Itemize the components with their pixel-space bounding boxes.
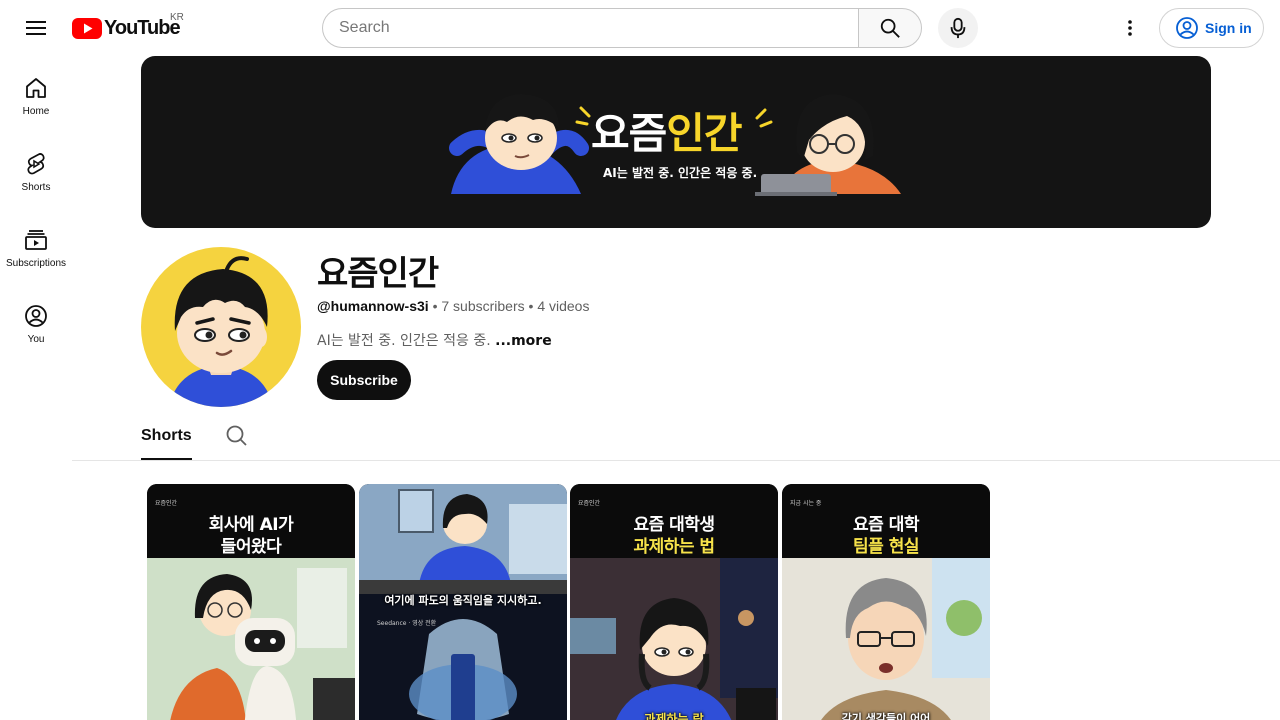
guide-label: Shorts xyxy=(21,182,51,193)
search-input[interactable] xyxy=(339,19,859,37)
banner-title-white: 요즘 xyxy=(591,109,667,158)
shorts-card[interactable]: 요즘인간 요즘 대학생 과제하는 법 과제하는 락 xyxy=(570,484,778,720)
card-title-area: 요즘인간 요즘 대학생 과제하는 법 xyxy=(570,484,778,558)
channel-handle[interactable]: @humannow-s3i xyxy=(317,298,429,314)
guide-item-home[interactable]: Home xyxy=(0,56,72,132)
card-sub-label: Seedance · 영상 전환 xyxy=(377,620,437,627)
banner-title: 요즘인간 xyxy=(591,100,743,161)
sign-in-button[interactable]: Sign in xyxy=(1159,8,1264,48)
card-caption: 과제하는 락 xyxy=(644,712,704,720)
card-caption: 각기 생각들이 어어 xyxy=(841,712,931,720)
voice-search-button[interactable] xyxy=(938,8,978,48)
you-icon xyxy=(25,305,47,327)
card-title-line2: 들어왔다 xyxy=(220,537,282,557)
card-title-line2: 팀플 현실 xyxy=(853,537,919,557)
channel-description[interactable]: AI는 발전 중. 인간은 적응 중. ...more xyxy=(317,330,552,350)
guide-label: Home xyxy=(22,106,50,117)
subscriptions-icon xyxy=(25,230,47,250)
banner-tagline: AI는 발전 중. 인간은 적응 중. xyxy=(603,166,758,180)
mini-guide: Home Shorts Subscriptions You xyxy=(0,56,72,360)
account-circle-icon xyxy=(1176,17,1198,39)
masthead: YouTube KR Sign in xyxy=(0,0,1280,56)
meta-separator: • xyxy=(432,298,438,314)
channel-tabs: Shorts xyxy=(72,414,1280,461)
search-button[interactable] xyxy=(858,8,922,48)
youtube-logo[interactable]: YouTube KR xyxy=(72,12,184,42)
avatar-illustration xyxy=(169,256,273,407)
description-text: AI는 발전 중. 인간은 적응 중. xyxy=(317,333,491,349)
meta-separator: • xyxy=(528,298,534,314)
channel-metadata: @humannow-s3i • 7 subscribers • 4 videos xyxy=(317,298,589,314)
tab-shorts[interactable]: Shorts xyxy=(141,414,192,460)
microphone-icon xyxy=(950,17,966,39)
guide-item-subscriptions[interactable]: Subscriptions xyxy=(0,208,72,284)
card-brand: 요즘인간 xyxy=(578,500,601,507)
channel-search-button[interactable] xyxy=(225,424,249,448)
guide-item-you[interactable]: You xyxy=(0,284,72,360)
youtube-play-icon xyxy=(72,17,102,39)
channel-banner: 요즘인간 AI는 발전 중. 인간은 적응 중. xyxy=(141,56,1211,228)
search-icon xyxy=(226,425,247,446)
shorts-card[interactable]: 요즘인간 회사에 AI가 들어왔다 xyxy=(147,484,355,720)
search-box[interactable] xyxy=(322,8,859,48)
shorts-card[interactable]: 여기에 파도의 움직임을 지시하고. Seedance · 영상 전환 xyxy=(359,484,567,720)
card-thumbnail xyxy=(782,558,990,720)
search-icon xyxy=(880,18,900,38)
banner-title-yellow: 인간 xyxy=(666,109,742,158)
card-caption: 여기에 파도의 움직임을 지시하고. xyxy=(384,594,542,607)
card-title-area: 지금 시는 중 요즘 대학 팀플 현실 xyxy=(782,484,990,558)
card-thumbnail xyxy=(147,558,355,720)
video-count: 4 videos xyxy=(537,298,590,314)
card-brand: 지금 시는 중 xyxy=(790,500,822,507)
card-brand: 요즘인간 xyxy=(155,500,178,507)
sign-in-label: Sign in xyxy=(1205,20,1252,36)
logo-wordmark: YouTube xyxy=(104,16,181,39)
channel-avatar xyxy=(141,247,301,407)
channel-name: 요즘인간 xyxy=(317,254,439,294)
home-icon xyxy=(26,78,46,98)
card-thumbnail xyxy=(570,558,778,720)
guide-label: You xyxy=(27,334,45,345)
subscribe-button[interactable]: Subscribe xyxy=(317,360,411,400)
card-title-line2: 과제하는 법 xyxy=(633,537,715,557)
guide-label: Subscriptions xyxy=(5,258,67,269)
settings-menu-button[interactable] xyxy=(1114,12,1146,44)
menu-icon[interactable] xyxy=(20,12,52,44)
shorts-card[interactable]: 지금 시는 중 요즘 대학 팀플 현실 각기 생각들이 어어 xyxy=(782,484,990,720)
card-title-area: 요즘인간 회사에 AI가 들어왔다 xyxy=(147,484,355,558)
country-code: KR xyxy=(170,12,184,23)
description-more-link[interactable]: ...more xyxy=(495,333,552,349)
shorts-icon xyxy=(27,153,45,175)
subscriber-count: 7 subscribers xyxy=(441,298,525,314)
guide-item-shorts[interactable]: Shorts xyxy=(0,132,72,208)
more-vert-icon xyxy=(1128,20,1132,36)
